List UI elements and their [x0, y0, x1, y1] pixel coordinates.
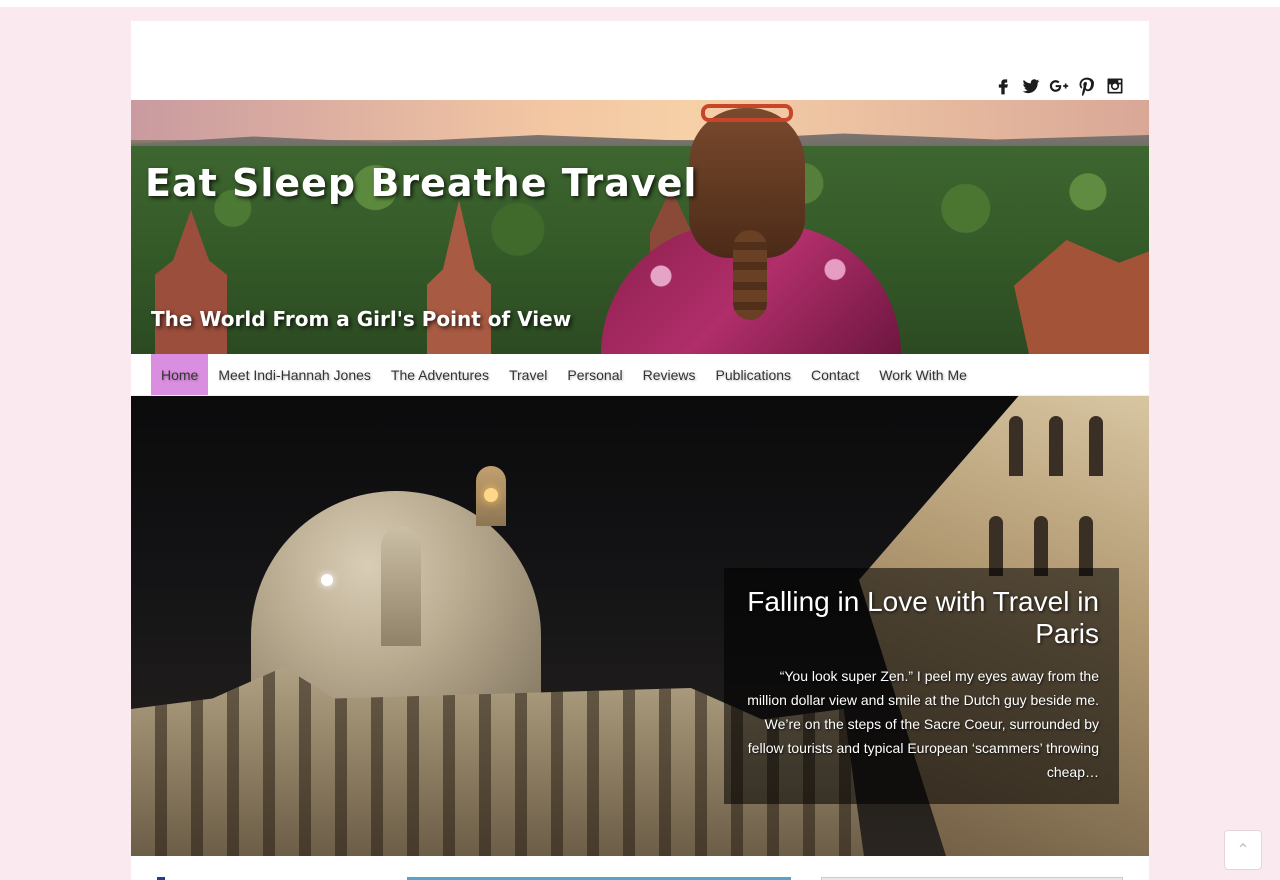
nav-item-personal[interactable]: Personal [557, 354, 632, 395]
slide-title[interactable]: Falling in Love with Travel in Paris [744, 586, 1099, 650]
tower-window [1089, 416, 1103, 476]
top-strip [0, 0, 1280, 7]
main-nav: Home Meet Indi-Hannah Jones The Adventur… [131, 354, 1149, 396]
site-tagline: The World From a Girl's Point of View [151, 307, 572, 331]
nav-item-contact[interactable]: Contact [801, 354, 869, 395]
nav-item-home[interactable]: Home [151, 354, 209, 395]
nav-item-reviews[interactable]: Reviews [633, 354, 706, 395]
social-icons [993, 75, 1125, 97]
site-title[interactable]: Eat Sleep Breathe Travel [145, 161, 697, 205]
lantern-light [484, 488, 498, 502]
tower-window [1009, 416, 1023, 476]
nav-item-meet-indi-hannah-jones[interactable]: Meet Indi-Hannah Jones [208, 354, 381, 395]
nav-item-travel[interactable]: Travel [499, 354, 557, 395]
woman-sunglasses [701, 104, 793, 122]
nav-item-work-with-me[interactable]: Work With Me [869, 354, 977, 395]
instagram-icon[interactable] [1105, 75, 1125, 97]
nav-item-the-adventures[interactable]: The Adventures [381, 354, 499, 395]
chevron-up-icon: ⌃ [1236, 842, 1250, 859]
tower-window [989, 516, 1003, 576]
back-to-top-button[interactable]: ⌃ [1224, 830, 1262, 870]
slide-moon [321, 574, 333, 586]
featured-slider[interactable]: Falling in Love with Travel in Paris “Yo… [131, 396, 1149, 856]
woman-braid [733, 230, 767, 320]
tower-window [1079, 516, 1093, 576]
facebook-icon[interactable] [993, 75, 1013, 97]
tower-window [1034, 516, 1048, 576]
pinterest-icon[interactable] [1077, 75, 1097, 97]
slide-excerpt: “You look super Zen.” I peel my eyes awa… [747, 668, 1099, 780]
slide-small-dome [381, 526, 421, 646]
nav-item-publications[interactable]: Publications [706, 354, 802, 395]
header-banner: Eat Sleep Breathe Travel The World From … [131, 100, 1149, 354]
slide-lantern [476, 466, 506, 526]
google-plus-icon[interactable] [1049, 75, 1069, 97]
page-container: Eat Sleep Breathe Travel The World From … [131, 21, 1149, 880]
slide-caption: Falling in Love with Travel in Paris “Yo… [724, 568, 1119, 804]
tower-window [1049, 416, 1063, 476]
twitter-icon[interactable] [1021, 75, 1041, 97]
banner-woman [601, 100, 901, 354]
